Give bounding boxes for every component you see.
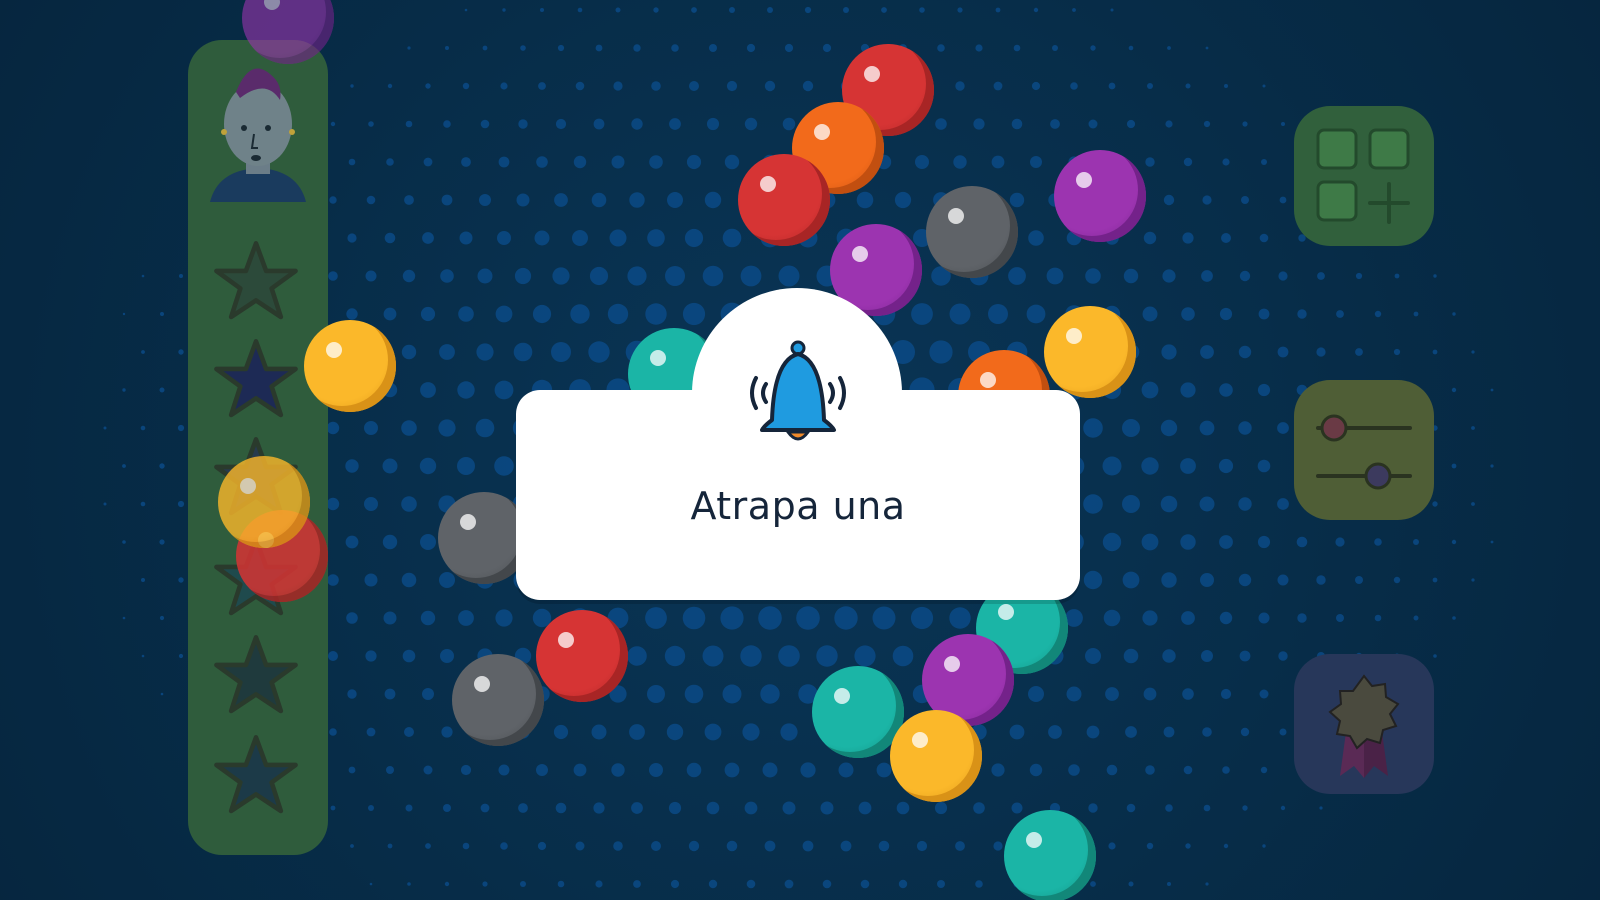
teal-ball[interactable] xyxy=(1004,810,1096,900)
ball-highlight xyxy=(326,342,342,358)
bell-ringing-icon xyxy=(750,340,846,441)
ball-highlight xyxy=(948,208,964,224)
yellow-ball[interactable] xyxy=(218,456,310,548)
progress-star-icon xyxy=(214,241,298,320)
ball-highlight xyxy=(1076,172,1092,188)
sliders-icon xyxy=(1316,414,1412,490)
ball-highlight xyxy=(912,732,928,748)
instruction-text: Atrapa una xyxy=(690,484,906,528)
ball-highlight xyxy=(998,604,1014,620)
award-ribbon-icon xyxy=(1328,674,1400,778)
red-ball[interactable] xyxy=(738,154,830,246)
instruction-popup: Atrapa una xyxy=(516,288,1080,603)
yellow-ball[interactable] xyxy=(890,710,982,802)
progress-star-icon xyxy=(214,339,298,418)
yellow-ball[interactable] xyxy=(304,320,396,412)
ball-highlight xyxy=(558,632,574,648)
teal-ball[interactable] xyxy=(812,666,904,758)
ball-highlight xyxy=(852,246,868,262)
add-grid-button[interactable] xyxy=(1294,106,1434,246)
ball-highlight xyxy=(944,656,960,672)
ball-highlight xyxy=(814,124,830,140)
ball-highlight xyxy=(240,478,256,494)
red-ball[interactable] xyxy=(536,610,628,702)
ball-highlight xyxy=(460,514,476,530)
purple-ball[interactable] xyxy=(1054,150,1146,242)
settings-button[interactable] xyxy=(1294,380,1434,520)
ball-highlight xyxy=(1026,832,1042,848)
gray-ball[interactable] xyxy=(452,654,544,746)
ball-highlight xyxy=(864,66,880,82)
ball-highlight xyxy=(834,688,850,704)
ball-highlight xyxy=(264,0,280,10)
ball-highlight xyxy=(474,676,490,692)
add-grid-icon xyxy=(1316,128,1410,224)
progress-star-icon xyxy=(214,635,298,714)
gray-ball[interactable] xyxy=(926,186,1018,278)
player-avatar[interactable] xyxy=(196,52,320,212)
game-stage[interactable]: Atrapa una xyxy=(0,0,1600,900)
progress-star-icon xyxy=(214,735,298,814)
awards-button[interactable] xyxy=(1294,654,1434,794)
ball-highlight xyxy=(760,176,776,192)
